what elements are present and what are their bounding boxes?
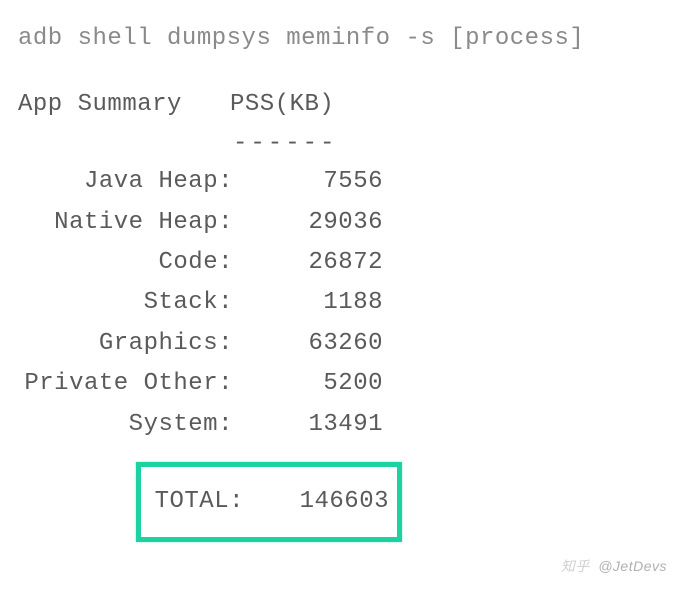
summary-header-row: App Summary PSS(KB) [18, 86, 671, 124]
row-label: Code: [18, 244, 233, 282]
row-label: Private Other: [18, 365, 233, 403]
row-graphics: Graphics: 63260 [18, 325, 671, 363]
divider-row: ------ [18, 125, 671, 163]
summary-header-column: PSS(KB) [218, 86, 378, 124]
row-label: System: [18, 406, 233, 444]
watermark: 知乎 @JetDevs [561, 555, 667, 577]
watermark-text: @JetDevs [598, 558, 667, 574]
divider-spacer [18, 125, 233, 163]
watermark-prefix: 知乎 [561, 558, 590, 574]
row-value: 29036 [233, 204, 383, 242]
row-value: 7556 [233, 163, 383, 201]
row-stack: Stack: 1188 [18, 284, 671, 322]
row-java-heap: Java Heap: 7556 [18, 163, 671, 201]
row-label: Native Heap: [18, 204, 233, 242]
row-label: Graphics: [18, 325, 233, 363]
row-value: 26872 [233, 244, 383, 282]
divider-dashes: ------ [233, 125, 337, 163]
row-value: 13491 [233, 406, 383, 444]
row-value: 5200 [233, 365, 383, 403]
row-value: 1188 [233, 284, 383, 322]
total-value: 146603 [244, 483, 389, 521]
row-native-heap: Native Heap: 29036 [18, 204, 671, 242]
row-label: Java Heap: [18, 163, 233, 201]
row-system: System: 13491 [18, 406, 671, 444]
total-label: TOTAL: [149, 483, 244, 521]
row-value: 63260 [233, 325, 383, 363]
total-box: TOTAL: 146603 [136, 462, 402, 542]
row-label: Stack: [18, 284, 233, 322]
row-private-other: Private Other: 5200 [18, 365, 671, 403]
row-code: Code: 26872 [18, 244, 671, 282]
command-line: adb shell dumpsys meminfo -s [process] [18, 20, 671, 58]
summary-header-label: App Summary [18, 86, 218, 124]
